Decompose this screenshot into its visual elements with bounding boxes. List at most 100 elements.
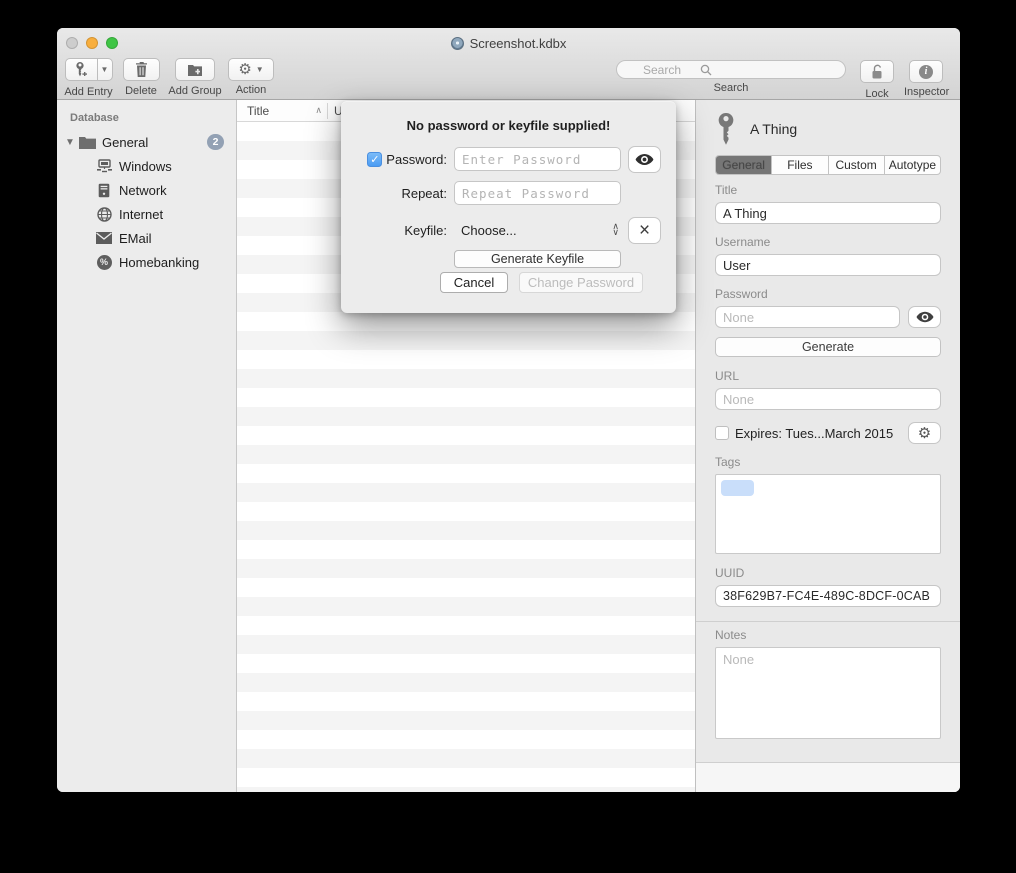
unlock-icon (870, 64, 885, 80)
add-group-group: Add Group (168, 58, 222, 97)
titlebar[interactable]: Screenshot.kdbx (57, 28, 960, 58)
entry-title: A Thing (750, 121, 797, 137)
tags-field-label: Tags (715, 455, 941, 469)
info-icon: i (919, 65, 933, 79)
tab-files[interactable]: Files (772, 156, 828, 174)
cancel-button[interactable]: Cancel (440, 272, 508, 293)
action-group: ⚙ ▼ Action (228, 58, 274, 96)
tag-pill[interactable] (721, 480, 754, 496)
generate-keyfile-button[interactable]: Generate Keyfile (454, 250, 621, 268)
enter-password-input[interactable] (454, 147, 621, 171)
keyfile-label: Keyfile: (355, 223, 447, 238)
sidebar-item-label: EMail (119, 231, 152, 246)
keyfile-popup-value: Choose... (461, 223, 517, 238)
expires-checkbox[interactable] (715, 426, 729, 440)
keyfile-popup[interactable]: Choose... ∧∨ (454, 223, 621, 238)
tab-custom[interactable]: Custom (829, 156, 885, 174)
add-entry-dropdown[interactable]: ▼ (98, 58, 113, 81)
search-label: Search (616, 82, 846, 94)
inspector-label: Inspector (904, 86, 948, 98)
group-count-badge: 2 (207, 134, 224, 150)
change-password-button[interactable]: Change Password (519, 272, 643, 293)
sidebar-item-label: Windows (119, 159, 172, 174)
inspector-header: A Thing (715, 108, 941, 150)
gear-icon: ⚙ (918, 426, 931, 441)
sort-ascending-icon: ∧ (315, 105, 327, 116)
notes-field-label: Notes (715, 628, 941, 642)
folder-plus-icon (187, 63, 203, 77)
password-field[interactable] (715, 306, 900, 328)
title-field[interactable] (715, 202, 941, 224)
notes-field[interactable] (715, 647, 941, 739)
repeat-password-input[interactable] (454, 181, 621, 205)
sidebar-item-homebanking[interactable]: % Homebanking (57, 250, 236, 274)
chevron-down-icon: ▼ (256, 66, 264, 74)
username-field[interactable] (715, 254, 941, 276)
envelope-icon (95, 229, 113, 247)
sidebar-item-internet[interactable]: Internet (57, 202, 236, 226)
inspector-tabs: General Files Custom Autotype (715, 155, 941, 175)
tags-box[interactable] (715, 474, 941, 554)
inspector-button[interactable]: i (909, 60, 943, 83)
inspector-footer (696, 762, 960, 792)
generate-password-button[interactable]: Generate (715, 337, 941, 357)
disclosure-triangle-icon[interactable]: ▼ (62, 137, 78, 148)
uuid-field[interactable] (715, 585, 941, 607)
delete-group: Delete (122, 58, 160, 97)
sidebar-item-email[interactable]: EMail (57, 226, 236, 250)
sidebar-item-network[interactable]: Network (57, 178, 236, 202)
column-header-title[interactable]: Title ∧ (237, 104, 327, 118)
search-group: Search (616, 60, 846, 94)
inspector-scroll: A Thing General Files Custom Autotype Ti… (696, 100, 960, 762)
change-password-dialog: No password or keyfile supplied! ✓ Passw… (341, 101, 676, 313)
search-input[interactable] (616, 60, 846, 79)
url-field[interactable] (715, 388, 941, 410)
desktop: Screenshot.kdbx ▼ Add Entry (0, 0, 1016, 873)
clear-keyfile-button[interactable]: × (628, 217, 661, 244)
password-checkbox[interactable]: ✓ (367, 152, 382, 167)
delete-button[interactable] (123, 58, 160, 81)
add-group-button[interactable] (175, 58, 215, 81)
reveal-password-button[interactable] (908, 306, 941, 328)
keyfile-row: Keyfile: Choose... ∧∨ × (355, 216, 662, 244)
window-title: Screenshot.kdbx (57, 28, 960, 58)
action-button[interactable]: ⚙ ▼ (228, 58, 274, 81)
server-icon (95, 181, 113, 199)
close-x-icon: × (639, 221, 650, 240)
add-entry-button[interactable] (65, 58, 98, 81)
sidebar-section-header: Database (57, 108, 236, 130)
search-icon (700, 64, 712, 76)
globe-icon (95, 205, 113, 223)
expires-row: Expires: Tues...March 2015 ⚙ (715, 422, 941, 444)
password-field-label: Password (715, 287, 941, 301)
repeat-row: Repeat: (355, 179, 662, 207)
uuid-field-label: UUID (715, 566, 941, 580)
url-field-label: URL (715, 369, 941, 383)
tab-autotype[interactable]: Autotype (885, 156, 940, 174)
sidebar-item-windows[interactable]: Windows (57, 154, 236, 178)
column-title-label: Title (247, 104, 269, 118)
expires-label: Expires: Tues...March 2015 (735, 426, 902, 441)
inspector-group: i Inspector (904, 60, 948, 98)
sidebar-item-general[interactable]: ▼ General 2 (57, 130, 236, 154)
add-group-label: Add Group (168, 85, 222, 97)
percent-icon: % (95, 253, 113, 271)
app-window: Screenshot.kdbx ▼ Add Entry (57, 28, 960, 792)
window-chrome: Screenshot.kdbx ▼ Add Entry (57, 28, 960, 100)
lock-button[interactable] (860, 60, 894, 83)
lock-group: Lock (859, 60, 895, 100)
sidebar-item-label: Network (119, 183, 167, 198)
document-icon (451, 37, 464, 50)
show-password-button[interactable] (628, 146, 661, 173)
delete-label: Delete (122, 85, 160, 97)
lock-label: Lock (859, 88, 895, 100)
sidebar-item-label: Internet (119, 207, 163, 222)
tab-general[interactable]: General (716, 156, 772, 174)
add-entry-label: Add Entry (64, 86, 113, 98)
folder-icon (78, 133, 96, 151)
toolbar: ▼ Add Entry Delete (57, 58, 960, 100)
windows-network-icon (95, 157, 113, 175)
key-icon (715, 112, 737, 146)
password-row: ✓ Password: (355, 145, 662, 173)
expires-settings-button[interactable]: ⚙ (908, 422, 941, 444)
